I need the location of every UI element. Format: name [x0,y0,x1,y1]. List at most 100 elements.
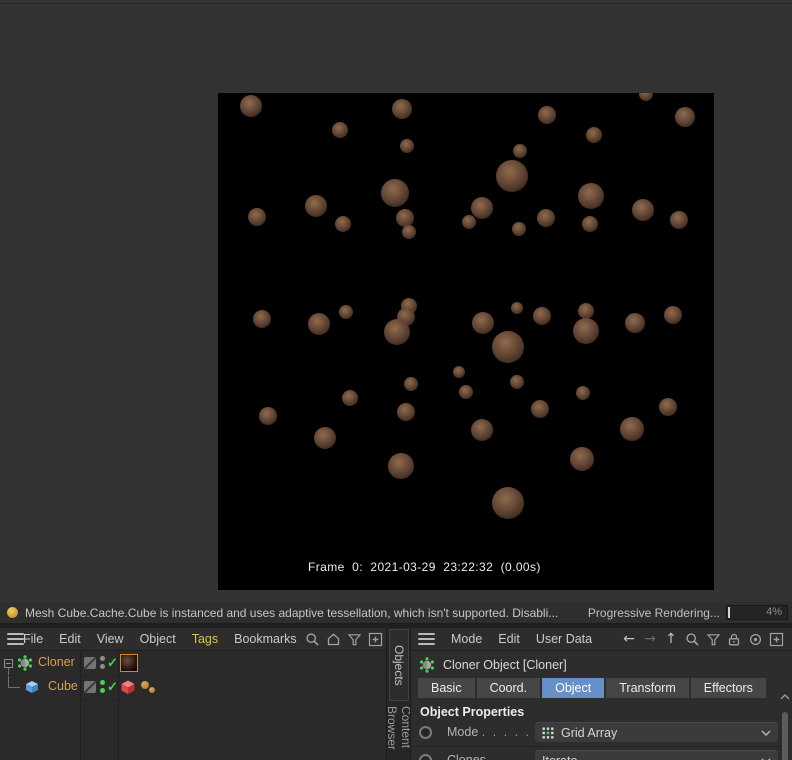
attribute-manager-panel: Mode Edit User Data ← → ↑ [410,628,792,760]
clone-sphere [531,400,549,418]
enable-checkmark-icon[interactable]: ✓ [107,655,118,671]
clone-sphere [512,222,526,236]
attribute-title-row: Cloner Object [Cloner] [411,653,567,677]
forward-arrow-icon[interactable]: → [642,631,658,647]
clone-sphere [471,419,493,441]
add-panel-icon[interactable] [768,631,784,647]
clone-sphere [471,197,493,219]
menu-tags[interactable]: Tags [184,632,226,646]
chevron-down-icon [761,730,771,736]
attribute-tabs: Basic Coord. Object Transform Effectors [418,678,766,698]
lock-icon[interactable] [726,631,742,647]
mode-value: Grid Array [561,726,617,740]
clone-sphere [397,403,415,421]
search-icon[interactable] [305,631,321,647]
collapse-toggle-icon[interactable] [4,659,13,668]
clone-sphere [342,390,358,406]
clone-sphere [339,305,353,319]
menu-edit[interactable]: Edit [51,632,89,646]
layer-toggle-icon[interactable] [84,657,96,669]
tab-content-browser[interactable]: Content Browser [389,706,409,760]
panel-menu-icon[interactable] [418,633,435,645]
clone-sphere [453,366,465,378]
filter-icon[interactable] [347,631,363,647]
clone-sphere [570,447,594,471]
clone-sphere [240,95,262,117]
clone-sphere [632,199,654,221]
tab-effectors[interactable]: Effectors [691,678,766,698]
filter-icon[interactable] [705,631,721,647]
cloner-object-icon [17,655,33,671]
material-tag-thumbnail[interactable] [120,654,138,672]
keyframe-circle-icon[interactable] [419,726,432,739]
menu-object[interactable]: Object [132,632,184,646]
object-name[interactable]: Cube [48,679,78,693]
add-panel-icon[interactable] [368,631,384,647]
focus-target-icon[interactable] [747,631,763,647]
menu-bookmarks[interactable]: Bookmarks [226,632,305,646]
section-title: Object Properties [420,705,524,719]
clone-sphere [492,331,524,363]
menu-edit[interactable]: Edit [490,632,528,646]
clone-sphere [639,93,653,101]
clone-sphere [462,215,476,229]
clone-sphere [253,310,271,328]
clones-dropdown[interactable]: Iterate [535,750,778,760]
clone-sphere [248,208,266,226]
clone-sphere [670,211,688,229]
mode-dropdown[interactable]: Grid Array [535,722,778,742]
menu-mode[interactable]: Mode [443,632,490,646]
clone-sphere [305,195,327,217]
editor-visibility-dot[interactable] [100,680,105,685]
clone-sphere [472,312,494,334]
home-icon[interactable] [326,631,342,647]
progress-bar: 4% [726,605,788,620]
clone-sphere [308,313,330,335]
render-view[interactable]: Frame 0: 2021-03-29 23:22:32 (0.00s) [218,93,714,590]
clone-sphere [332,122,348,138]
tab-object[interactable]: Object [542,678,604,698]
tab-transform[interactable]: Transform [606,678,689,698]
menu-view[interactable]: View [89,632,132,646]
enable-checkmark-icon[interactable]: ✓ [107,679,118,695]
clone-sphere [388,453,414,479]
clone-sphere [620,417,644,441]
scroll-up-icon[interactable] [780,694,790,700]
progress-fill [728,607,730,618]
clone-sphere [538,106,556,124]
tab-coord[interactable]: Coord. [477,678,541,698]
clone-sphere [459,385,473,399]
clone-sphere [533,307,551,325]
cloner-object-icon [419,657,435,673]
keyframe-circle-icon[interactable] [419,754,432,760]
clone-sphere [573,318,599,344]
back-arrow-icon[interactable]: ← [621,631,637,647]
clone-sphere [400,139,414,153]
progress-label: Progressive Rendering... [588,606,720,620]
render-visibility-dot[interactable] [100,688,105,693]
texture-tag-icon[interactable] [149,687,155,693]
red-material-tag-icon[interactable] [120,679,136,695]
object-name[interactable]: Cloner [38,655,75,669]
grid-array-icon [542,727,554,739]
texture-tag-icon[interactable] [141,681,149,689]
tree-row-cloner[interactable]: Cloner ✓ [0,651,386,676]
up-arrow-icon[interactable]: ↑ [663,631,679,647]
clone-sphere [492,487,524,519]
search-icon[interactable] [684,631,700,647]
clone-sphere [578,303,594,319]
scrollbar-thumb[interactable] [782,712,788,760]
object-tree: Cloner ✓ Cube [0,651,386,760]
property-row-clones: Clones . . . . . . . . Iterate [411,750,792,760]
render-visibility-dot[interactable] [100,664,105,669]
clone-sphere [510,375,524,389]
tree-row-cube[interactable]: Cube ✓ [0,675,386,700]
layer-toggle-icon[interactable] [84,681,96,693]
status-warning-icon [7,607,18,618]
menu-user-data[interactable]: User Data [528,632,600,646]
clone-sphere [402,225,416,239]
editor-visibility-dot[interactable] [100,656,105,661]
tab-basic[interactable]: Basic [418,678,475,698]
tab-objects[interactable]: Objects [389,629,409,701]
clone-sphere [404,377,418,391]
